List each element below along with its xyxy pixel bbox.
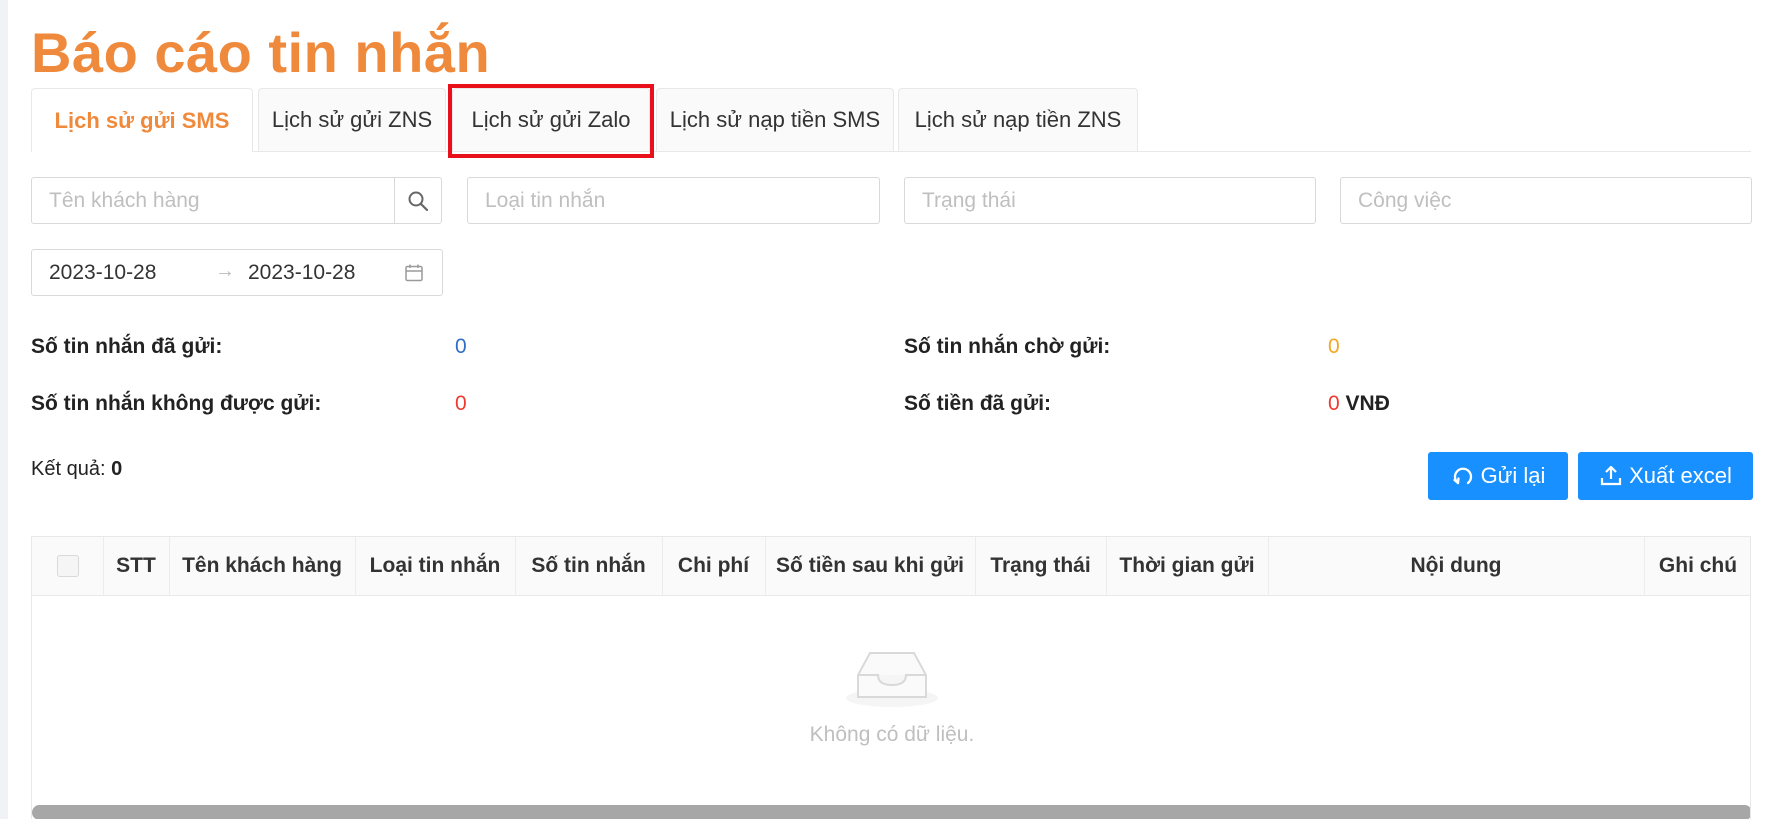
date-from-input[interactable]: 2023-10-28 [49,261,156,285]
date-range-picker[interactable]: 2023-10-28 → 2023-10-28 [31,249,443,296]
amount-unit: VNĐ [1345,392,1390,415]
failed-count-label: Số tin nhắn không được gửi: [31,392,322,415]
table-header: STT Tên khách hàng Loại tin nhắn Số tin … [32,537,1750,596]
results-label: Kết quả: [31,458,106,480]
column-header-send-time[interactable]: Thời gian gửi [1106,537,1268,595]
resend-button-label: Gửi lại [1480,463,1546,488]
pending-count-value: 0 [1328,335,1340,358]
page-title: Báo cáo tin nhắn [31,21,491,84]
search-icon [408,191,429,211]
select-all-checkbox[interactable] [57,555,79,577]
empty-inbox-icon [846,652,938,707]
results-count: 0 [111,458,123,480]
tab-sms-topup-history[interactable]: Lịch sử nạp tiền SMS [656,88,894,151]
tab-sms-history[interactable]: Lịch sử gửi SMS [31,88,253,152]
date-to-input[interactable]: 2023-10-28 [248,261,355,285]
status-select[interactable]: Trạng thái [904,177,1316,224]
column-header-status[interactable]: Trạng thái [975,537,1106,595]
horizontal-scrollbar[interactable] [32,805,1750,819]
column-header-content[interactable]: Nội dung [1268,537,1644,595]
job-select[interactable]: Công việc [1340,177,1752,224]
sent-count-label: Số tin nhắn đã gửi: [31,335,223,358]
column-header-cost[interactable]: Chi phí [662,537,765,595]
customer-name-input[interactable]: Tên khách hàng [31,177,395,224]
tab-zalo-history[interactable]: Lịch sử gửi Zalo [452,88,650,151]
column-header-message-type[interactable]: Loại tin nhắn [355,537,515,595]
amount-sent: 0 VNĐ [1328,392,1390,416]
amount-sent-label: Số tiền đã gửi: [904,392,1052,415]
sent-count-value: 0 [455,335,467,358]
column-header-stt[interactable]: STT [103,537,169,595]
message-type-select[interactable]: Loại tin nhắn [467,177,880,224]
column-header-customer-name[interactable]: Tên khách hàng [169,537,355,595]
results-summary: Kết quả: 0 [31,458,122,481]
column-header-balance-after-send[interactable]: Số tiền sau khi gửi [765,537,975,595]
resend-button[interactable]: Gửi lại [1428,452,1568,500]
column-header-message-count[interactable]: Số tin nhắn [515,537,662,595]
tab-zns-history[interactable]: Lịch sử gửi ZNS [258,88,446,151]
search-button[interactable] [394,177,442,224]
tab-zns-topup-history[interactable]: Lịch sử nạp tiền ZNS [898,88,1138,151]
column-header-note[interactable]: Ghi chú [1644,537,1750,595]
export-excel-button-label: Xuất excel [1629,463,1732,488]
failed-count-value: 0 [455,392,467,415]
message-table: STT Tên khách hàng Loại tin nhắn Số tin … [31,536,1751,819]
calendar-icon [405,264,423,282]
tab-bar-divider [31,151,1751,152]
export-excel-button[interactable]: Xuất excel [1578,452,1753,500]
amount-sent-value: 0 [1328,392,1340,415]
date-separator-arrow-icon: → [215,260,235,282]
upload-icon [1601,465,1622,486]
empty-state-text: Không có dữ liệu. [809,723,975,746]
refresh-icon [1452,467,1472,485]
pending-count-label: Số tin nhắn chờ gửi: [904,335,1111,358]
